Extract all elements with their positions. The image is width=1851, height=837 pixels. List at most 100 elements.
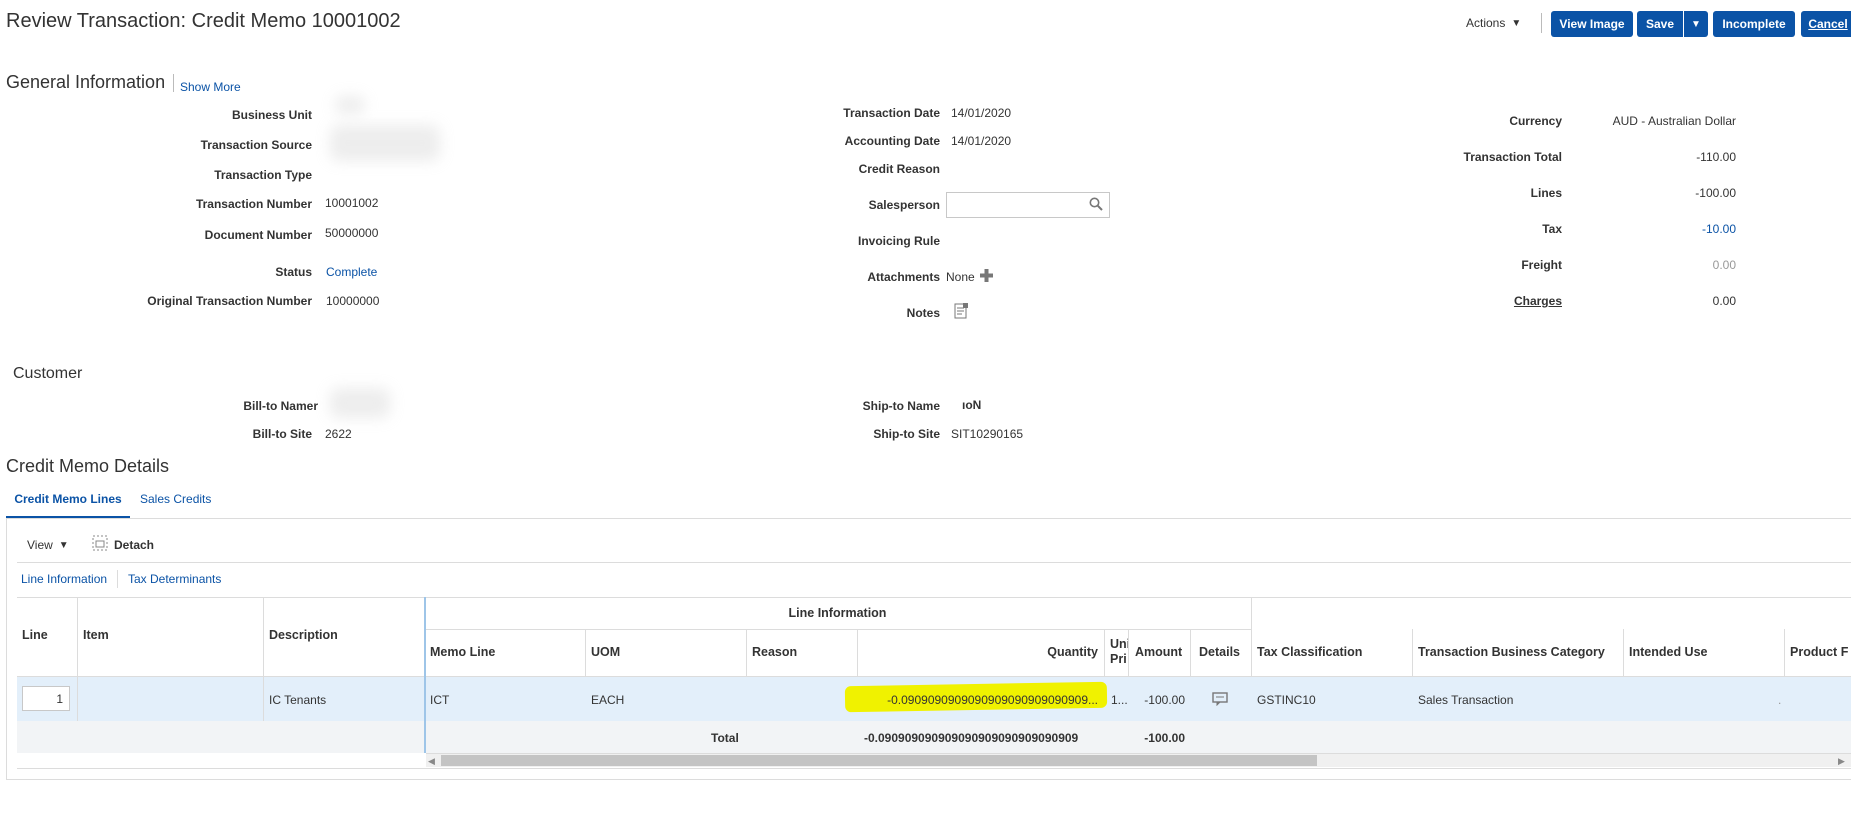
ship-to-site-label: Ship-to Site	[873, 427, 940, 441]
group-header-divider	[424, 629, 1251, 630]
subtab-tax-determinants[interactable]: Tax Determinants	[128, 572, 221, 586]
customer-title: Customer	[13, 365, 83, 382]
show-more-link[interactable]: Show More	[180, 80, 241, 94]
notes-icon[interactable]	[954, 303, 969, 322]
transaction-number-value: 10001002	[325, 196, 379, 210]
accounting-date-label: Accounting Date	[844, 134, 940, 148]
salesperson-input[interactable]	[946, 192, 1110, 218]
save-dropdown-button[interactable]: ▼	[1684, 11, 1708, 37]
original-transaction-number-value: 10000000	[326, 294, 380, 308]
column-divider	[1623, 629, 1624, 676]
charges-value: 0.00	[1712, 294, 1736, 308]
column-header-product-f[interactable]: Product F	[1790, 645, 1848, 659]
subtab-line-information[interactable]: Line Information	[21, 572, 107, 586]
detach-button[interactable]: Detach	[92, 535, 154, 554]
column-header-intended-use[interactable]: Intended Use	[1629, 645, 1708, 659]
column-header-memo-line[interactable]: Memo Line	[430, 645, 495, 659]
credit-memo-details-title: Credit Memo Details	[6, 456, 170, 476]
table-bottom-divider	[17, 768, 1851, 769]
general-information-title: General Information	[6, 72, 166, 92]
tax-link[interactable]: -10.00	[1702, 222, 1736, 236]
redacted-value	[330, 125, 440, 161]
ship-to-name-value: ıoN	[962, 398, 982, 412]
scroll-right-icon[interactable]: ▶	[1838, 756, 1845, 767]
original-transaction-number-label: Original Transaction Number	[147, 294, 312, 308]
scroll-left-icon[interactable]: ◀	[428, 756, 435, 767]
column-header-quantity[interactable]: Quantity	[858, 645, 1098, 659]
credit-reason-label: Credit Reason	[858, 162, 940, 176]
column-header-reason[interactable]: Reason	[752, 645, 797, 659]
business-unit-label: Business Unit	[231, 108, 312, 122]
cell-tax-classification: GSTINC10	[1257, 693, 1316, 707]
transaction-total-value: -110.00	[1696, 150, 1736, 164]
column-divider	[77, 597, 78, 721]
cancel-button[interactable]: Cancel	[1801, 11, 1851, 37]
ship-to-site-value: SIT10290165	[951, 427, 1024, 441]
transaction-source-label: Transaction Source	[200, 138, 312, 152]
cell-amount: -100.00	[1144, 693, 1185, 707]
detach-icon	[92, 535, 108, 554]
line-number-input[interactable]: 1	[22, 686, 70, 711]
total-quantity: -0.090909090909090909090909090909	[864, 731, 1079, 745]
tab-sales-credits[interactable]: Sales Credits	[140, 492, 211, 506]
charges-link[interactable]: Charges	[1514, 294, 1562, 308]
column-header-tax-classification[interactable]: Tax Classification	[1257, 645, 1362, 659]
column-header-details[interactable]: Details	[1199, 645, 1240, 659]
title-separator	[173, 74, 174, 92]
bill-to-site-label: Bill-to Site	[252, 427, 312, 441]
column-header-amount[interactable]: Amount	[1135, 645, 1182, 659]
scrollbar-thumb[interactable]	[441, 755, 1317, 766]
bill-to-site-value: 2622	[325, 427, 352, 441]
view-image-button[interactable]: View Image	[1551, 11, 1633, 37]
column-header-transaction-business-category[interactable]: Transaction Business Category	[1418, 645, 1605, 659]
column-header-description[interactable]: Description	[269, 628, 338, 642]
transaction-number-label: Transaction Number	[195, 197, 312, 211]
subtab-separator	[117, 570, 118, 588]
transaction-type-label: Transaction Type	[214, 168, 312, 182]
currency-label: Currency	[1509, 114, 1562, 128]
frozen-pane-separator	[424, 597, 426, 753]
tax-label: Tax	[1542, 222, 1562, 236]
column-divider	[263, 597, 264, 721]
ship-to-name-label: Ship-to Name	[862, 399, 940, 413]
save-button[interactable]: Save	[1637, 11, 1683, 37]
bill-to-name-label: Bill-to Namer	[243, 399, 318, 413]
actions-menu[interactable]: Actions ▼	[1466, 16, 1521, 30]
column-header-item[interactable]: Item	[83, 628, 109, 642]
incomplete-button[interactable]: Incomplete	[1713, 11, 1795, 37]
view-menu[interactable]: View ▼	[27, 538, 69, 552]
cell-unit-price: 1...	[1111, 693, 1128, 707]
currency-value: AUD - Australian Dollar	[1612, 114, 1736, 128]
freight-value: 0.00	[1712, 258, 1736, 272]
total-amount: -100.00	[1144, 731, 1185, 745]
redacted-value	[330, 388, 390, 418]
column-header-uom[interactable]: UOM	[591, 645, 620, 659]
invoicing-rule-label: Invoicing Rule	[857, 234, 940, 248]
toolbar-divider	[17, 562, 1851, 563]
attachments-label: Attachments	[867, 270, 940, 284]
column-divider	[1412, 629, 1413, 676]
column-divider	[1784, 629, 1785, 676]
column-divider	[1190, 629, 1191, 676]
transaction-total-label: Transaction Total	[1463, 150, 1562, 164]
lines-label: Lines	[1530, 186, 1562, 200]
column-divider	[1128, 629, 1129, 676]
caret-down-icon: ▼	[1511, 17, 1522, 29]
search-icon[interactable]	[1089, 197, 1103, 214]
lines-value: -100.00	[1695, 186, 1736, 200]
freight-label: Freight	[1521, 258, 1562, 272]
redacted-value	[335, 96, 365, 114]
tab-credit-memo-lines[interactable]: Credit Memo Lines	[6, 492, 130, 519]
column-divider	[585, 629, 586, 676]
status-link[interactable]: Complete	[326, 265, 377, 279]
page-title: Review Transaction: Credit Memo 10001002	[6, 10, 401, 32]
view-label: View	[27, 538, 53, 552]
cell-transaction-business-category: Sales Transaction	[1418, 693, 1514, 707]
column-header-line[interactable]: Line	[22, 628, 48, 642]
column-header-unit-price[interactable]: Uni Pri	[1110, 637, 1128, 667]
cell-uom: EACH	[591, 693, 625, 707]
cell-product-f: .	[1778, 693, 1782, 707]
details-icon[interactable]	[1212, 692, 1228, 709]
add-attachment-icon[interactable]	[979, 268, 994, 286]
document-number-label: Document Number	[204, 228, 312, 242]
